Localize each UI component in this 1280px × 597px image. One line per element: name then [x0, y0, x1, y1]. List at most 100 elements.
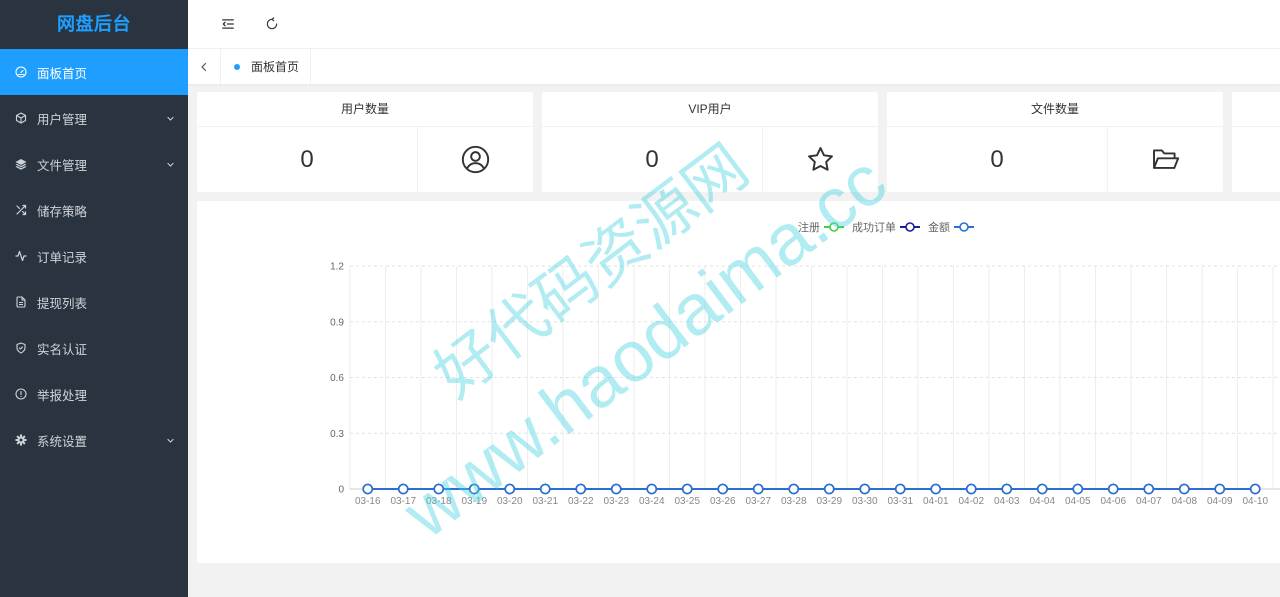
menu-fold-icon[interactable] — [221, 17, 235, 31]
stat-card-body: 0 — [542, 127, 878, 192]
sidebar-item-files[interactable]: 文件管理 — [0, 141, 188, 187]
tab-label: 面板首页 — [251, 60, 300, 74]
sidebar-item-dashboard[interactable]: 面板首页 — [0, 49, 188, 95]
stat-card-users: 用户数量 0 — [197, 92, 533, 192]
sidebar-item-label: 举报处理 — [37, 388, 88, 403]
x-tick-label: 03-28 — [781, 496, 807, 507]
stat-card-body: 0 — [887, 127, 1223, 192]
data-point — [1001, 483, 1013, 495]
sidebar-item-settings[interactable]: 系统设置 — [0, 417, 188, 463]
stat-card-files: 文件数量 0 — [887, 92, 1223, 192]
y-tick-label: 0 — [338, 485, 344, 496]
data-point — [610, 483, 622, 495]
x-tick-label: 03-27 — [745, 496, 771, 507]
x-tick-label: 03-23 — [603, 496, 629, 507]
y-tick-label: 0.3 — [330, 429, 344, 440]
x-tick-label: 03-29 — [816, 496, 842, 507]
x-tick-label: 03-26 — [710, 496, 736, 507]
stat-card-title: 文件数量 — [887, 92, 1223, 127]
legend-item[interactable]: 注册 — [798, 220, 844, 234]
legend-marker — [829, 222, 839, 232]
sidebar-item-label: 文件管理 — [37, 158, 88, 173]
data-point — [646, 483, 658, 495]
data-point — [859, 483, 871, 495]
x-tick-label: 04-07 — [1136, 496, 1162, 507]
data-point — [1036, 483, 1048, 495]
sidebar-item-label: 系统设置 — [37, 434, 88, 449]
x-tick-label: 04-10 — [1242, 496, 1268, 507]
x-tick-label: 03-31 — [887, 496, 913, 507]
sidebar-menu: 面板首页 用户管理 文件管理 储存策略 订单记录 提现列表 实名认证 举报处理 … — [0, 49, 188, 463]
sidebar: 网盘后台 面板首页 用户管理 文件管理 储存策略 订单记录 提现列表 实名认证 … — [0, 0, 188, 597]
x-tick-label: 04-04 — [1029, 496, 1055, 507]
x-tick-label: 04-08 — [1171, 496, 1197, 507]
data-point — [930, 483, 942, 495]
legend-marker — [959, 222, 969, 232]
stat-card-vip-users: VIP用户 0 — [542, 92, 878, 192]
x-tick-label: 03-21 — [532, 496, 558, 507]
gear-icon — [15, 434, 27, 446]
data-point — [397, 483, 409, 495]
user-circle-icon — [417, 127, 533, 192]
stat-card-title: VIP用户 — [542, 92, 878, 127]
data-point — [433, 483, 445, 495]
x-tick-label: 04-06 — [1100, 496, 1126, 507]
sidebar-item-label: 面板首页 — [37, 66, 88, 81]
x-tick-label: 03-19 — [461, 496, 487, 507]
x-axis-labels: 03-16 03-17 03-18 03-19 03-20 03-21 03-22 03-23… — [355, 496, 1269, 507]
x-tick-label: 03-30 — [852, 496, 878, 507]
x-tick-label: 04-05 — [1065, 496, 1091, 507]
sidebar-item-real-name-verification[interactable]: 实名认证 — [0, 325, 188, 371]
sidebar-item-orders[interactable]: 订单记录 — [0, 233, 188, 279]
app-logo-title: 网盘后台 — [57, 14, 131, 34]
sidebar-item-label: 提现列表 — [37, 296, 88, 311]
y-tick-label: 0.9 — [330, 317, 344, 328]
stats-cards: 用户数量 0 VIP用户 0 文件数量 0 — [197, 92, 1280, 192]
tab-bar: 面板首页 — [188, 49, 1280, 84]
x-tick-label: 04-03 — [994, 496, 1020, 507]
cube-icon — [15, 112, 27, 124]
data-point — [752, 483, 764, 495]
stat-card-body — [1232, 127, 1280, 192]
x-tick-label: 03-20 — [497, 496, 523, 507]
stat-card-value: 0 — [645, 145, 659, 173]
chevron-down-icon — [166, 114, 175, 123]
stat-card-value: 0 — [300, 145, 314, 173]
chart-grid: 0 0.3 0.6 0.9 1.2 — [330, 262, 1280, 496]
data-point — [539, 483, 551, 495]
legend-item[interactable]: 成功订单 — [852, 221, 920, 234]
tab-dashboard[interactable]: 面板首页 — [221, 49, 312, 84]
x-tick-label: 03-22 — [568, 496, 594, 507]
sidebar-item-withdrawals[interactable]: 提现列表 — [0, 279, 188, 325]
sidebar-item-storage-policy[interactable]: 储存策略 — [0, 187, 188, 233]
sidebar-item-reports[interactable]: 举报处理 — [0, 371, 188, 417]
x-tick-label: 03-24 — [639, 496, 665, 507]
x-tick-label: 04-01 — [923, 496, 949, 507]
tab-scroll-left-button[interactable] — [188, 49, 221, 84]
data-point — [1072, 483, 1084, 495]
document-icon — [15, 296, 27, 308]
data-point — [681, 483, 693, 495]
shuffle-icon — [15, 204, 27, 216]
data-point — [788, 483, 800, 495]
layers-icon — [15, 158, 27, 170]
legend-label: 金额 — [928, 220, 950, 234]
data-point — [717, 483, 729, 495]
sidebar-item-users[interactable]: 用户管理 — [0, 95, 188, 141]
x-tick-label: 03-25 — [674, 496, 700, 507]
legend-item[interactable]: 金额 — [928, 220, 974, 234]
sidebar-item-label: 订单记录 — [37, 250, 88, 265]
data-point — [965, 483, 977, 495]
legend-label: 成功订单 — [852, 221, 896, 234]
data-point — [1214, 483, 1226, 495]
stat-card-header — [1232, 92, 1280, 127]
stat-card-partial — [1232, 92, 1280, 192]
stat-card-value: 0 — [990, 145, 1004, 173]
chart-panel: 0 0.3 0.6 0.9 1.2 03-16 03-17 03-18 03-19 03-20 03… — [197, 201, 1280, 563]
refresh-icon[interactable] — [265, 17, 279, 31]
data-point — [468, 483, 480, 495]
chevron-down-icon — [166, 436, 175, 445]
top-header — [188, 0, 1280, 49]
chevron-left-icon — [198, 61, 210, 73]
data-point — [575, 483, 587, 495]
